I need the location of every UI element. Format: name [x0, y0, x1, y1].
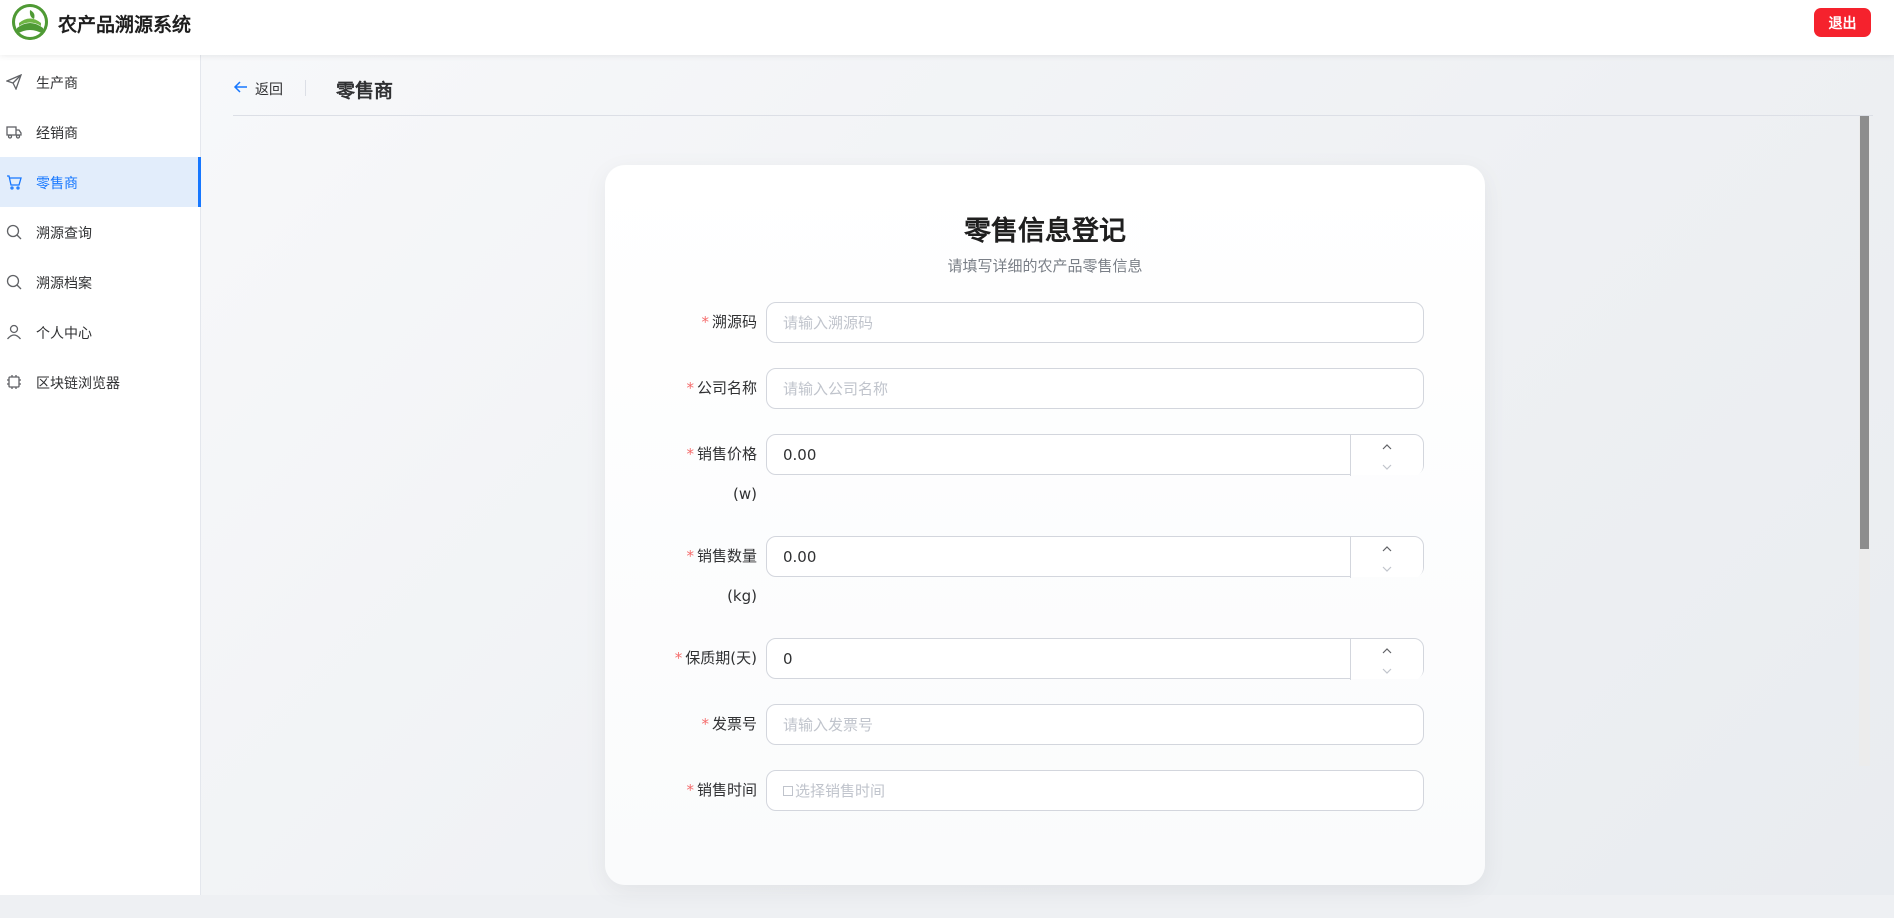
increase-button[interactable] — [1351, 435, 1423, 456]
sale-price-value: 0.00 — [783, 445, 817, 464]
divider — [305, 80, 306, 96]
user-icon — [6, 324, 22, 340]
sale-time-placeholder: 选择销售时间 — [795, 782, 886, 800]
sale-quantity-label: * 销售数量 (kg) — [605, 546, 757, 606]
content-scroll-area: 零售信息登记 请填写详细的农产品零售信息 * 溯源码 请输入溯源码 * 公司名称 请… — [201, 116, 1894, 918]
sidebar-item-label: 零售商 — [36, 176, 78, 192]
page-header: 返回 零售商 — [233, 55, 1873, 116]
decrease-button[interactable] — [1351, 557, 1423, 577]
calendar-icon — [783, 782, 793, 800]
sidebar-item-producer[interactable]: 生产商 — [0, 57, 200, 107]
search-icon — [6, 274, 22, 290]
sale-price-label: * 销售价格 (w) — [605, 444, 757, 504]
invoice-number-placeholder: 请输入发票号 — [783, 716, 874, 734]
back-label: 返回 — [255, 82, 283, 98]
company-name-label: * 公司名称 — [686, 379, 757, 397]
sidebar-item-label: 经销商 — [36, 126, 78, 142]
form-subtitle: 请填写详细的农产品零售信息 — [947, 257, 1143, 275]
chevron-up-icon — [1382, 538, 1392, 556]
chevron-down-icon — [1382, 456, 1392, 474]
vertical-scrollbar[interactable] — [1859, 116, 1870, 766]
page-title: 零售商 — [336, 80, 394, 102]
paper-plane-icon — [5, 73, 23, 91]
trace-code-input[interactable]: 请输入溯源码 — [766, 302, 1424, 343]
scrollbar-thumb[interactable] — [1860, 116, 1869, 549]
back-button[interactable]: 返回 — [233, 79, 283, 99]
sale-price-stepper — [1350, 435, 1423, 476]
chevron-up-icon — [1382, 640, 1392, 658]
trace-code-placeholder: 请输入溯源码 — [783, 314, 874, 332]
sidebar-item-label: 区块链浏览器 — [36, 376, 120, 392]
increase-button[interactable] — [1351, 639, 1423, 660]
chip-icon — [6, 374, 22, 390]
top-header: 农产品溯源系统 退出 — [0, 0, 1894, 55]
sidebar: 生产商 经销商 零售商 溯源查询 溯源档案 个人中心 区块链浏览器 — [0, 55, 201, 895]
increase-button[interactable] — [1351, 537, 1423, 558]
sidebar-item-label: 溯源档案 — [36, 276, 92, 292]
sale-time-picker[interactable]: 选择销售时间 — [766, 770, 1424, 811]
decrease-button[interactable] — [1351, 659, 1423, 679]
sidebar-item-trace-archive[interactable]: 溯源档案 — [0, 257, 200, 307]
app-title: 农产品溯源系统 — [58, 14, 192, 36]
main-area: 返回 零售商 零售信息登记 请填写详细的农产品零售信息 * 溯源码 请输入溯源码 … — [201, 55, 1894, 895]
app-logo — [12, 4, 48, 40]
sale-quantity-input[interactable]: 0.00 — [766, 536, 1424, 578]
sidebar-item-label: 溯源查询 — [36, 226, 92, 242]
form-card: 零售信息登记 请填写详细的农产品零售信息 * 溯源码 请输入溯源码 * 公司名称 请… — [605, 165, 1485, 885]
sidebar-item-retailer[interactable]: 零售商 — [0, 157, 201, 207]
sale-quantity-unit: (kg) — [727, 587, 757, 605]
truck-icon — [6, 124, 22, 140]
sale-price-input[interactable]: 0.00 — [766, 434, 1424, 476]
company-name-input[interactable]: 请输入公司名称 — [766, 368, 1424, 409]
invoice-number-input[interactable]: 请输入发票号 — [766, 704, 1424, 745]
sidebar-item-personal-center[interactable]: 个人中心 — [0, 307, 200, 357]
shelf-life-input[interactable]: 0 — [766, 638, 1424, 680]
sale-time-label: * 销售时间 — [686, 781, 757, 799]
logout-button[interactable]: 退出 — [1814, 8, 1871, 37]
form-title: 零售信息登记 — [964, 216, 1126, 247]
sale-quantity-value: 0.00 — [783, 547, 817, 566]
sidebar-item-trace-query[interactable]: 溯源查询 — [0, 207, 200, 257]
sidebar-item-distributor[interactable]: 经销商 — [0, 107, 200, 157]
sidebar-item-label: 个人中心 — [36, 326, 92, 342]
shelf-life-value: 0 — [783, 649, 793, 668]
invoice-number-label: * 发票号 — [701, 715, 757, 733]
shelf-life-stepper — [1350, 639, 1423, 680]
company-name-placeholder: 请输入公司名称 — [783, 380, 889, 398]
sale-quantity-stepper — [1350, 537, 1423, 578]
shopping-cart-icon — [6, 174, 22, 190]
sidebar-item-label: 生产商 — [36, 76, 78, 92]
chevron-up-icon — [1382, 436, 1392, 454]
decrease-button[interactable] — [1351, 455, 1423, 475]
sidebar-item-blockchain-browser[interactable]: 区块链浏览器 — [0, 357, 200, 407]
chevron-down-icon — [1382, 558, 1392, 576]
shelf-life-label: * 保质期(天) — [674, 649, 757, 667]
trace-code-label: * 溯源码 — [701, 313, 757, 331]
chevron-down-icon — [1382, 660, 1392, 678]
sale-price-unit: (w) — [733, 485, 757, 503]
arrow-left-icon — [233, 79, 255, 99]
search-icon — [6, 224, 22, 240]
